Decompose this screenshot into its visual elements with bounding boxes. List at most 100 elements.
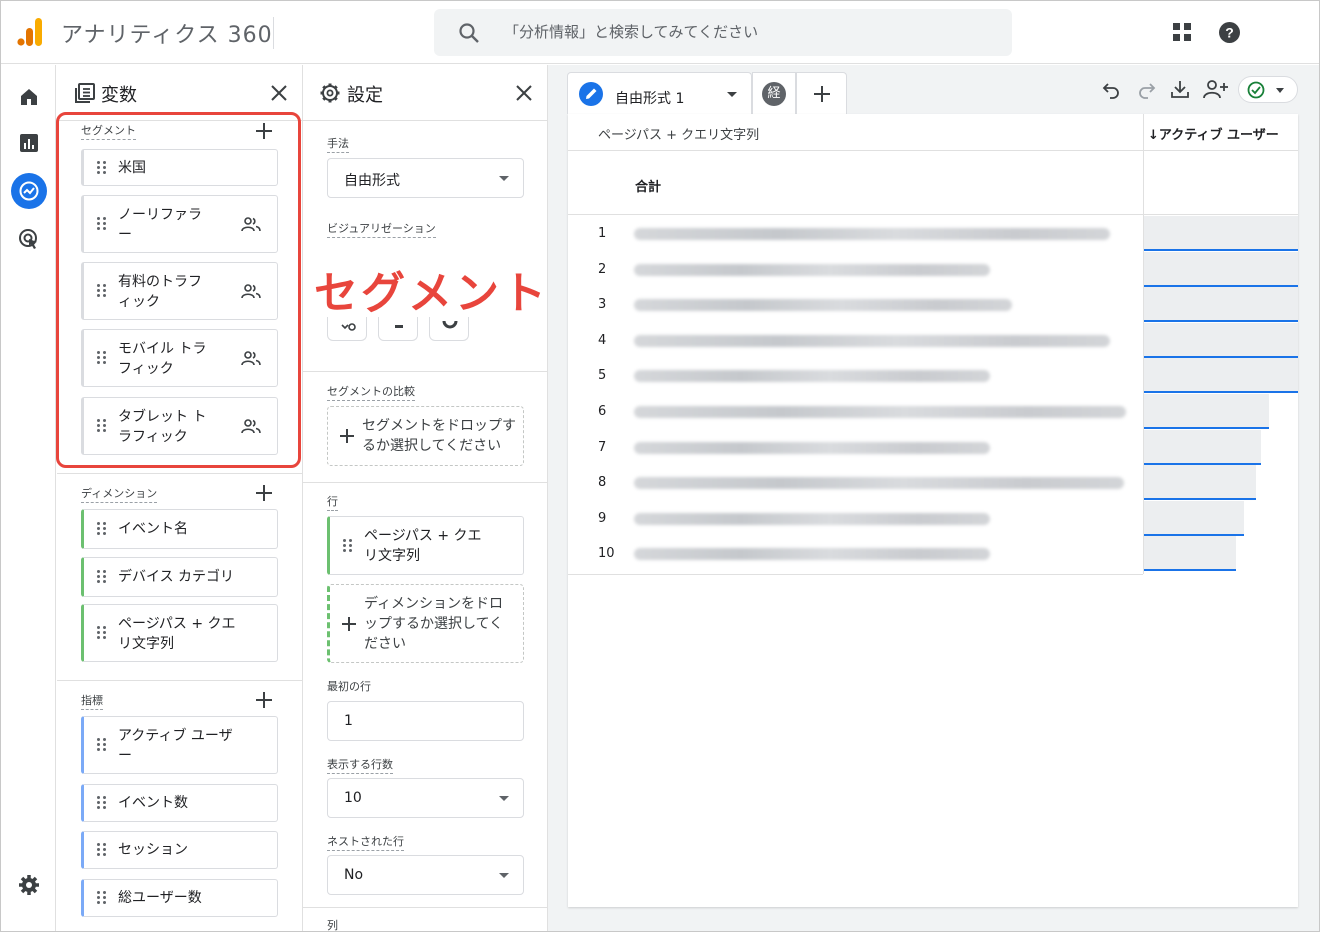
drag-handle-icon[interactable] [97, 738, 107, 752]
table-row[interactable]: 1 [568, 216, 1298, 252]
dropdown-arrow-icon [499, 873, 509, 878]
table-row[interactable]: 2 [568, 251, 1298, 288]
close-icon[interactable] [514, 83, 534, 103]
first-row-label: 最初の行 [327, 680, 371, 693]
explore-icon[interactable] [11, 173, 47, 209]
metric-bar [1144, 569, 1236, 572]
search-bar[interactable]: 「分析情報」と検索してみてください [434, 9, 1012, 56]
table-row[interactable]: 7 [568, 429, 1298, 466]
settings-gear-icon[interactable] [15, 871, 43, 899]
row-number: 9 [598, 510, 607, 526]
row-dimension-chip[interactable]: ページパス + クエ リ文字列 [327, 516, 524, 575]
table-row[interactable]: 10 [568, 536, 1298, 572]
close-icon[interactable] [269, 83, 289, 103]
metric-bar-bg [1144, 322, 1298, 356]
redacted-page-path [634, 334, 1110, 347]
segment-callout-text: セグメント [314, 268, 549, 319]
table-row[interactable]: 8 [568, 465, 1298, 501]
technique-dropdown[interactable]: 自由形式 [327, 158, 524, 198]
columns-label: 列 [327, 919, 338, 932]
undo-icon[interactable] [1101, 79, 1121, 99]
metric-chip[interactable]: 総ユーザー数 [81, 879, 278, 917]
redacted-page-path [634, 406, 1126, 418]
drag-handle-icon[interactable] [343, 538, 353, 553]
chevron-down-icon [1276, 88, 1284, 93]
table-row[interactable]: 9 [568, 500, 1298, 537]
redacted-page-path [634, 263, 990, 276]
add-tab-button[interactable] [796, 72, 847, 114]
settings-panel: 設定 手法 自由形式 ビジュアリゼーション セグメントの比較 セグメントをドロッ… [303, 65, 548, 932]
redo-icon[interactable] [1137, 79, 1157, 99]
row-number: 6 [598, 404, 607, 419]
row-number: 10 [598, 546, 615, 562]
dropdown-arrow-icon [499, 796, 509, 801]
metric-bar-bg [1144, 251, 1298, 285]
dimension-chip[interactable]: デバイス カテゴリ [81, 557, 278, 597]
add-icon [814, 86, 830, 102]
app-title: アナリティクス 360 [61, 23, 273, 48]
drag-handle-icon[interactable] [97, 626, 107, 640]
section-divider [57, 473, 302, 474]
table-row[interactable]: 4 [568, 322, 1298, 359]
drag-handle-icon[interactable] [97, 522, 107, 536]
drag-handle-icon[interactable] [97, 843, 107, 857]
tab-path-exploration[interactable]: 経 [752, 72, 796, 114]
drag-handle-icon[interactable] [97, 796, 107, 810]
metric-label: イベント数 [118, 795, 188, 811]
technique-value: 自由形式 [344, 173, 400, 189]
home-icon[interactable] [15, 83, 43, 111]
advertising-icon[interactable] [15, 225, 43, 253]
dimension-chip[interactable]: イベント名 [81, 509, 278, 549]
add-metric-button[interactable] [256, 692, 272, 708]
segment-drop-zone[interactable]: セグメントをドロップす るか選択してください [327, 406, 524, 466]
dimension-chip[interactable]: ページパス + クエ リ文字列 [81, 604, 278, 662]
chevron-down-icon[interactable] [727, 92, 737, 97]
apps-grid-icon[interactable] [1173, 23, 1191, 41]
add-icon [340, 429, 354, 443]
check-circle-icon [1247, 81, 1265, 99]
metric-chip[interactable]: イベント数 [81, 784, 278, 822]
technique-label: 手法 [327, 135, 349, 153]
dimension-drop-zone[interactable]: ディメンションをドロ ップするか選択してく ださい [327, 584, 524, 663]
nested-rows-dropdown[interactable]: No [327, 855, 524, 895]
table-row[interactable]: 5 [568, 358, 1298, 394]
table-row[interactable]: 6 [568, 394, 1298, 430]
drag-handle-icon[interactable] [97, 570, 107, 584]
row-number: 5 [598, 368, 607, 384]
gear-icon [320, 83, 340, 103]
dimension-column-header[interactable]: ページパス + クエリ文字列 [598, 124, 759, 160]
rows-label: 行 [327, 493, 338, 511]
reports-icon[interactable] [15, 129, 43, 157]
table-row[interactable]: 3 [568, 287, 1298, 323]
search-icon [459, 23, 479, 43]
freeform-table: ページパス + クエリ文字列 ↓アクティブ ユーザー 合計 1 2 3 4 5 6 7 8 9 1… [568, 114, 1298, 907]
redacted-page-path [634, 228, 1110, 240]
download-icon[interactable] [1170, 79, 1190, 99]
analytics-logo-icon[interactable] [17, 18, 43, 46]
share-user-icon[interactable] [1203, 79, 1229, 99]
dimension-drop-text: ディメンションをドロ ップするか選択してく ださい [364, 596, 504, 652]
metric-column-header[interactable]: ↓アクティブ ユーザー [1148, 124, 1279, 160]
metric-chip[interactable]: アクティブ ユーザ ー [81, 716, 278, 774]
viz-option-icon [341, 323, 356, 331]
first-row-input[interactable]: 1 [327, 701, 524, 741]
row-dimension-label: ページパス + クエ リ文字列 [364, 528, 482, 564]
help-icon[interactable]: ? [1219, 22, 1240, 43]
nested-rows-value: No [344, 867, 364, 883]
settings-title: 設定 [347, 85, 383, 106]
status-dropdown[interactable] [1238, 76, 1298, 103]
app-window: アナリティクス 360 「分析情報」と検索してみてください ? 変数 セグメント… [0, 0, 1320, 932]
add-dimension-button[interactable] [256, 485, 272, 501]
metric-bar-bg [1144, 500, 1244, 534]
redacted-page-path [634, 477, 1124, 490]
tab-freeform-1[interactable]: 自由形式 1 [567, 72, 752, 114]
drag-handle-icon[interactable] [97, 891, 107, 905]
show-rows-dropdown[interactable]: 10 [327, 778, 524, 818]
variables-icon [75, 83, 95, 103]
dimension-label: イベント名 [118, 521, 188, 537]
redacted-page-path [634, 441, 990, 454]
row-number: 1 [598, 226, 607, 241]
metric-chip[interactable]: セッション [81, 831, 278, 869]
viz-option-icon [442, 320, 458, 329]
section-divider [57, 680, 302, 681]
